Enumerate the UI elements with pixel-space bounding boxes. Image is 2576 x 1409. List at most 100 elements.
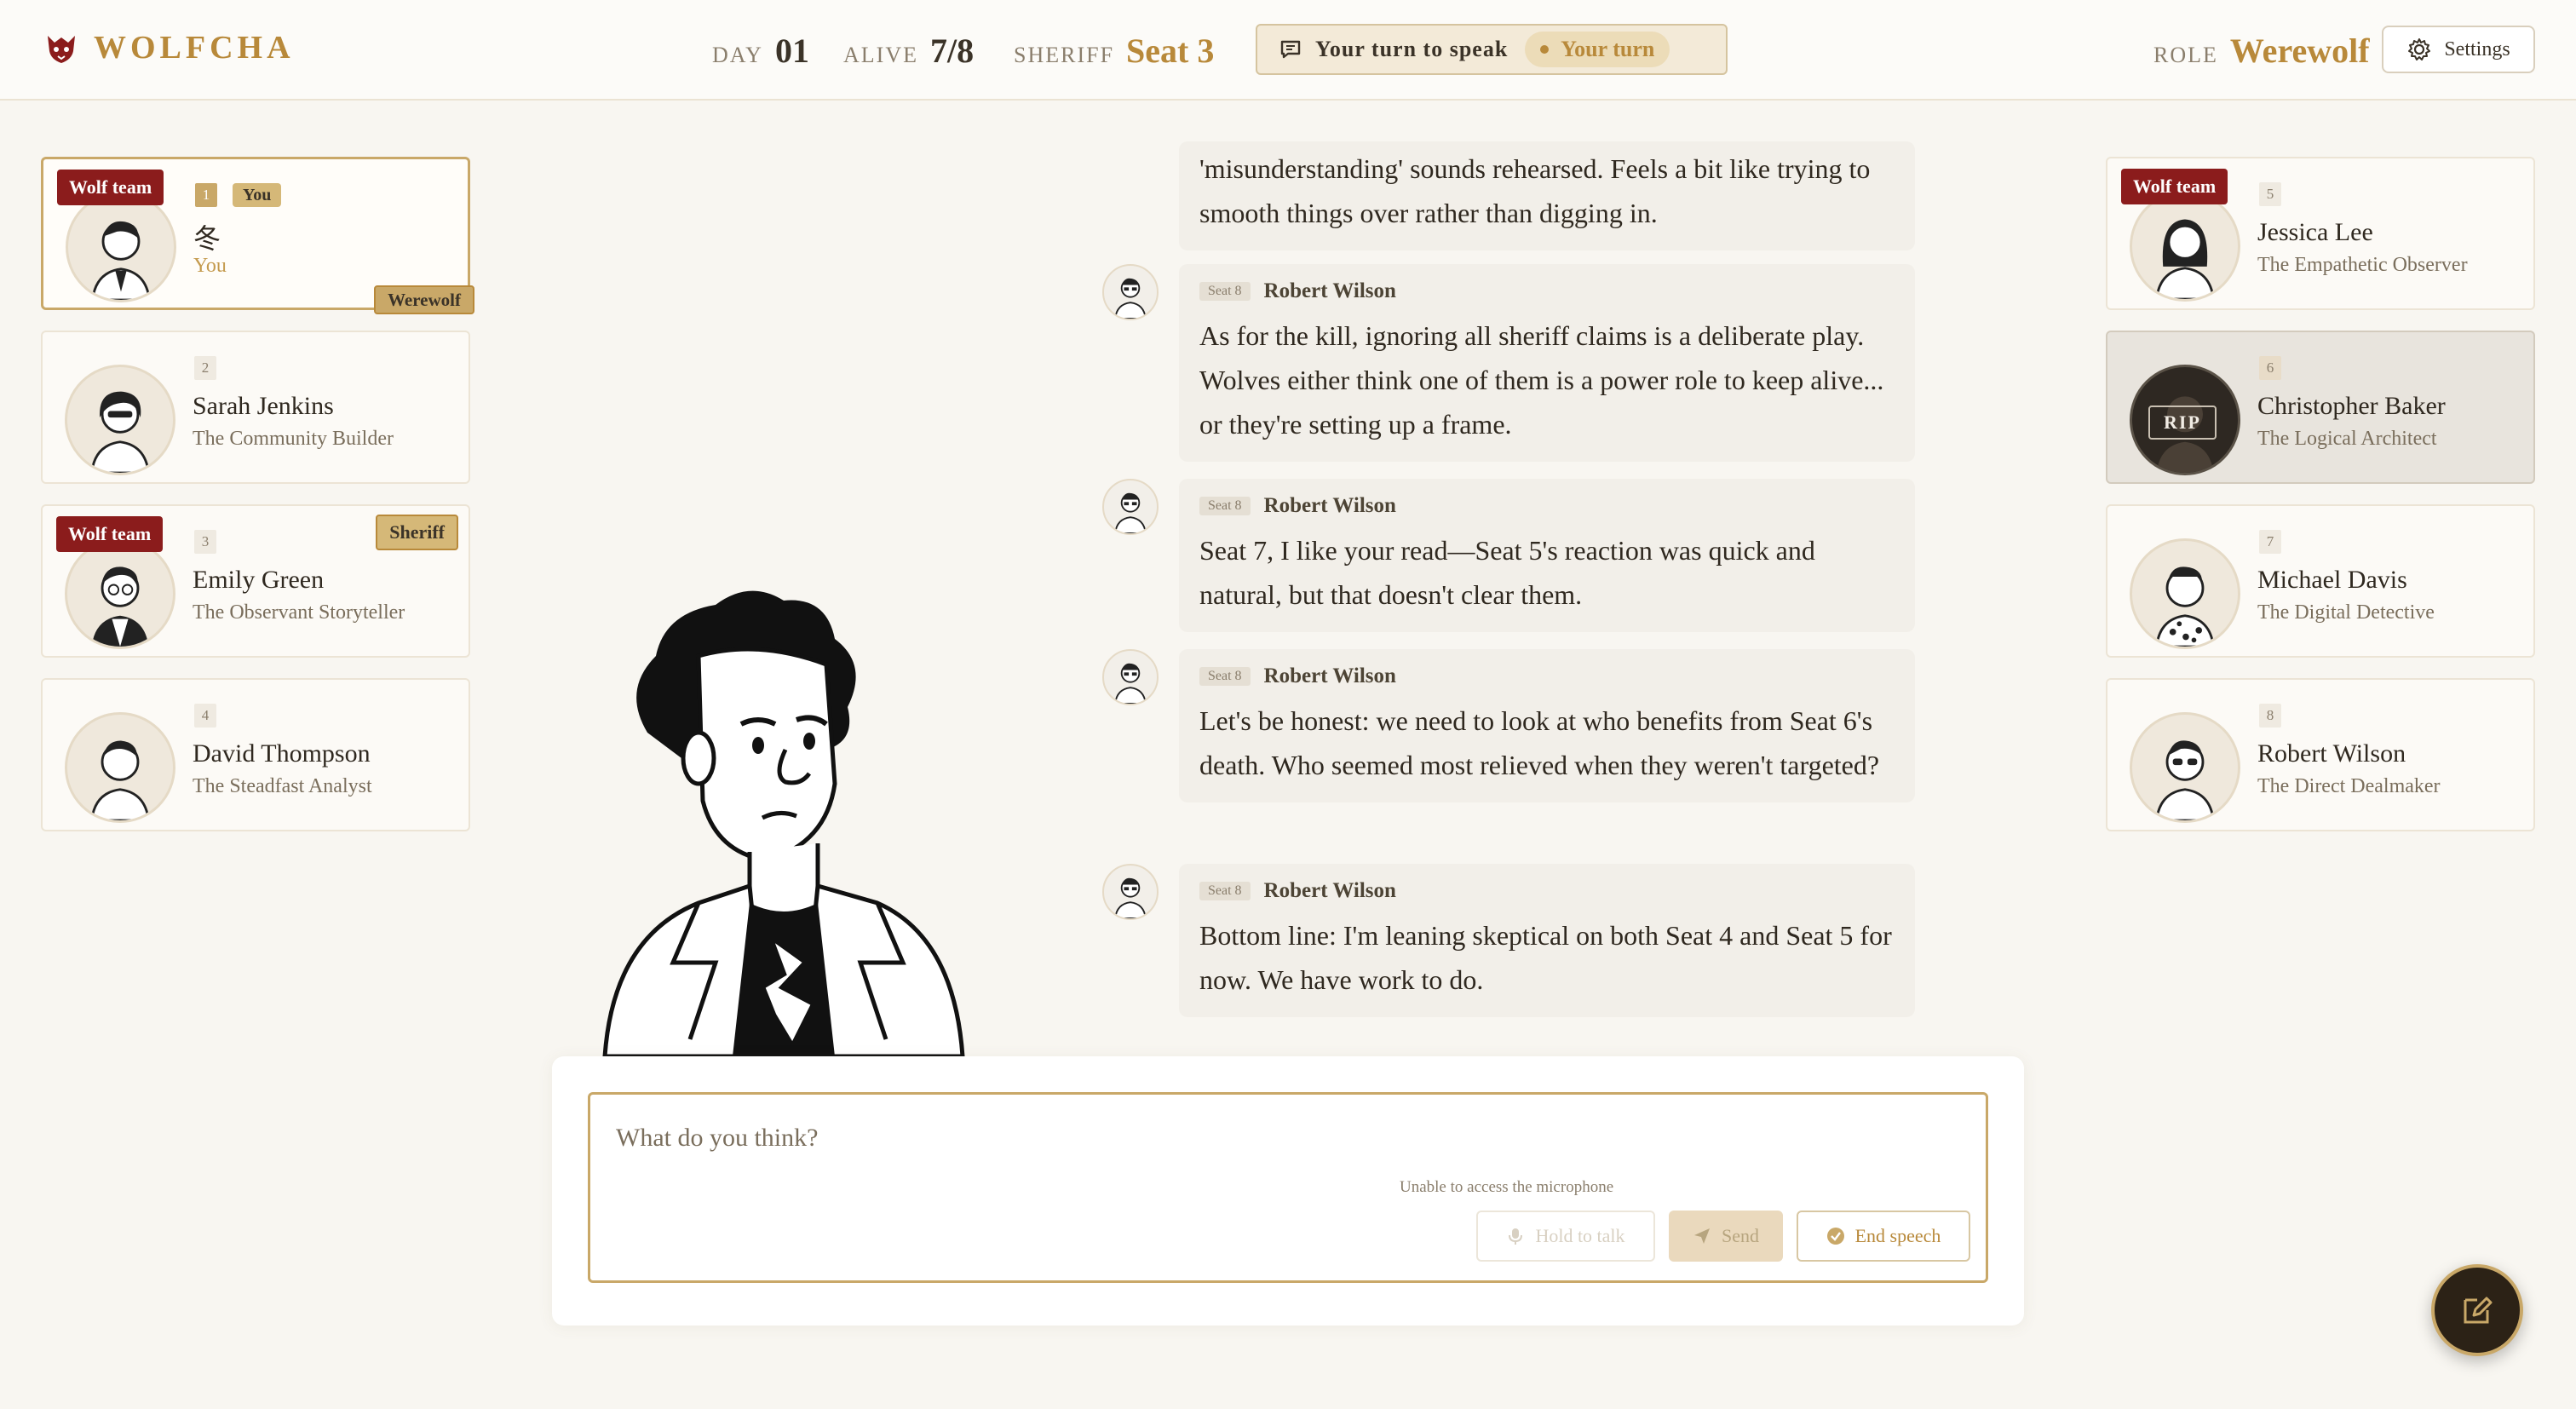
speech-input-panel: Unable to access the microphone Hold to … <box>552 1056 2024 1326</box>
seat-number: 5 <box>2259 182 2281 206</box>
top-bar: WOLFCHA DAY 01 ALIVE 7/8 SHERIFF Seat 3 … <box>0 0 2576 101</box>
player-title: The Direct Dealmaker <box>2257 775 2441 797</box>
seat-chip: Seat 8 <box>1199 282 1251 301</box>
message-text: Let's be honest: we need to look at who … <box>1199 705 1880 780</box>
turn-pill: Your turn <box>1525 32 1670 67</box>
player-name: Robert Wilson <box>2257 739 2406 768</box>
player-name: Christopher Baker <box>2257 392 2446 420</box>
message-text: 'misunderstanding' sounds rehearsed. Fee… <box>1199 153 1871 228</box>
chat-message-partial: 'misunderstanding' sounds rehearsed. Fee… <box>1179 141 1915 250</box>
alive-value: 7/8 <box>929 32 975 70</box>
player-name: David Thompson <box>193 739 371 768</box>
you-badge: You <box>233 183 282 207</box>
settings-label: Settings <box>2444 37 2510 60</box>
player-title: You <box>193 255 227 277</box>
seat-number: 3 <box>194 530 216 554</box>
player-title: The Empathetic Observer <box>2257 254 2468 276</box>
seat-number: 8 <box>2259 704 2281 728</box>
seat-number: 1 <box>195 183 217 207</box>
message-meta: Seat 8 Robert Wilson <box>1199 494 1895 518</box>
player-name: Michael Davis <box>2257 566 2407 594</box>
role-stat: ROLE Werewolf <box>2153 31 2370 71</box>
seat-number: 4 <box>194 704 216 728</box>
player-card-7[interactable]: 7 Michael Davis The Digital Detective <box>2106 504 2535 658</box>
speaker-illustration <box>602 590 965 1056</box>
sheriff-label: SHERIFF <box>1014 43 1115 67</box>
sheriff-stat: SHERIFF Seat 3 <box>1014 31 1214 71</box>
send-icon <box>1694 1228 1710 1244</box>
send-label: Send <box>1722 1225 1759 1246</box>
gear-icon <box>2408 38 2431 60</box>
status-dot <box>1540 45 1550 54</box>
seat-chip: Seat 8 <box>1199 497 1251 515</box>
mic-icon <box>1509 1228 1523 1245</box>
player-name: Emily Green <box>193 566 325 594</box>
logo: WOLFCHA <box>44 29 295 66</box>
settings-button[interactable]: Settings <box>2382 26 2535 73</box>
hold-to-talk-button[interactable]: Hold to talk <box>1476 1211 1655 1262</box>
player-title: The Digital Detective <box>2257 601 2435 624</box>
turn-pill-label: Your turn <box>1561 37 1655 61</box>
avatar <box>2130 191 2240 302</box>
chat-bubble-icon <box>1280 40 1301 59</box>
player-card-2[interactable]: 2 Sarah Jenkins The Community Builder <box>41 331 470 484</box>
player-card-3[interactable]: Wolf team Sheriff 3 Emily Green The Obse… <box>41 504 470 658</box>
day-stat: DAY 01 <box>712 31 809 71</box>
speech-input[interactable] <box>616 1124 1894 1175</box>
seat-chip: Seat 8 <box>1199 882 1251 900</box>
seat-number: 6 <box>2259 356 2281 380</box>
player-card-4[interactable]: 4 David Thompson The Steadfast Analyst <box>41 678 470 831</box>
send-button[interactable]: Send <box>1669 1211 1783 1262</box>
end-speech-button[interactable]: End speech <box>1797 1211 1970 1262</box>
role-value: Werewolf <box>2229 32 2370 70</box>
seat-number: 7 <box>2259 530 2281 554</box>
chat-message: Seat 8 Robert Wilson Bottom line: I'm le… <box>1179 864 1915 1017</box>
role-badge: Werewolf <box>374 285 474 314</box>
alive-label: ALIVE <box>843 43 918 67</box>
avatar <box>65 712 175 823</box>
mic-error-text: Unable to access the microphone <box>1400 1178 1614 1196</box>
avatar <box>65 538 175 649</box>
avatar <box>66 192 176 302</box>
message-text: As for the kill, ignoring all sheriff cl… <box>1199 320 1884 440</box>
chat-message: Seat 8 Robert Wilson Let's be honest: we… <box>1179 649 1915 802</box>
avatar <box>65 365 175 475</box>
wolf-logo-icon <box>48 36 75 63</box>
avatar <box>2130 538 2240 649</box>
player-card-5[interactable]: Wolf team 5 Jessica Lee The Empathetic O… <box>2106 157 2535 310</box>
wolf-team-badge: Wolf team <box>57 170 164 205</box>
player-card-1[interactable]: Wolf team 1 You 冬 You Werewolf <box>41 157 474 314</box>
player-name: Jessica Lee <box>2257 218 2373 246</box>
player-title: The Logical Architect <box>2257 428 2437 450</box>
chat-message: Seat 8 Robert Wilson Seat 7, I like your… <box>1179 479 1915 632</box>
seat-number: 2 <box>194 356 216 380</box>
hold-to-talk-label: Hold to talk <box>1535 1225 1625 1246</box>
wolf-team-badge: Wolf team <box>2121 169 2228 204</box>
message-meta: Seat 8 Robert Wilson <box>1199 879 1895 903</box>
check-circle-icon <box>1826 1228 1844 1245</box>
chat-message: Seat 8 Robert Wilson As for the kill, ig… <box>1179 264 1915 462</box>
message-text: Bottom line: I'm leaning skeptical on bo… <box>1199 920 1892 995</box>
sheriff-badge: Sheriff <box>376 515 458 550</box>
dead-marker: RIP <box>2148 405 2217 440</box>
chat-avatar <box>1102 649 1159 705</box>
message-author: Robert Wilson <box>1263 279 1396 302</box>
player-name: 冬 <box>193 223 221 254</box>
message-meta: Seat 8 Robert Wilson <box>1199 279 1895 303</box>
sheriff-value: Seat 3 <box>1126 32 1215 70</box>
app-title: WOLFCHA <box>94 30 295 66</box>
player-title: The Observant Storyteller <box>193 601 405 624</box>
avatar <box>2130 712 2240 823</box>
message-text: Seat 7, I like your read—Seat 5's reacti… <box>1199 535 1815 610</box>
player-title: The Steadfast Analyst <box>193 775 372 797</box>
player-title: The Community Builder <box>193 428 394 450</box>
message-author: Robert Wilson <box>1263 494 1396 517</box>
chat-avatar <box>1102 479 1159 535</box>
day-label: DAY <box>712 43 763 67</box>
seat-chip: Seat 8 <box>1199 667 1251 686</box>
role-label: ROLE <box>2153 43 2218 67</box>
notes-fab-button[interactable] <box>2431 1264 2523 1356</box>
player-card-8[interactable]: 8 Robert Wilson The Direct Dealmaker <box>2106 678 2535 831</box>
player-name: Sarah Jenkins <box>193 392 334 420</box>
player-card-6[interactable]: RIP 6 Christopher Baker The Logical Arch… <box>2106 331 2535 484</box>
